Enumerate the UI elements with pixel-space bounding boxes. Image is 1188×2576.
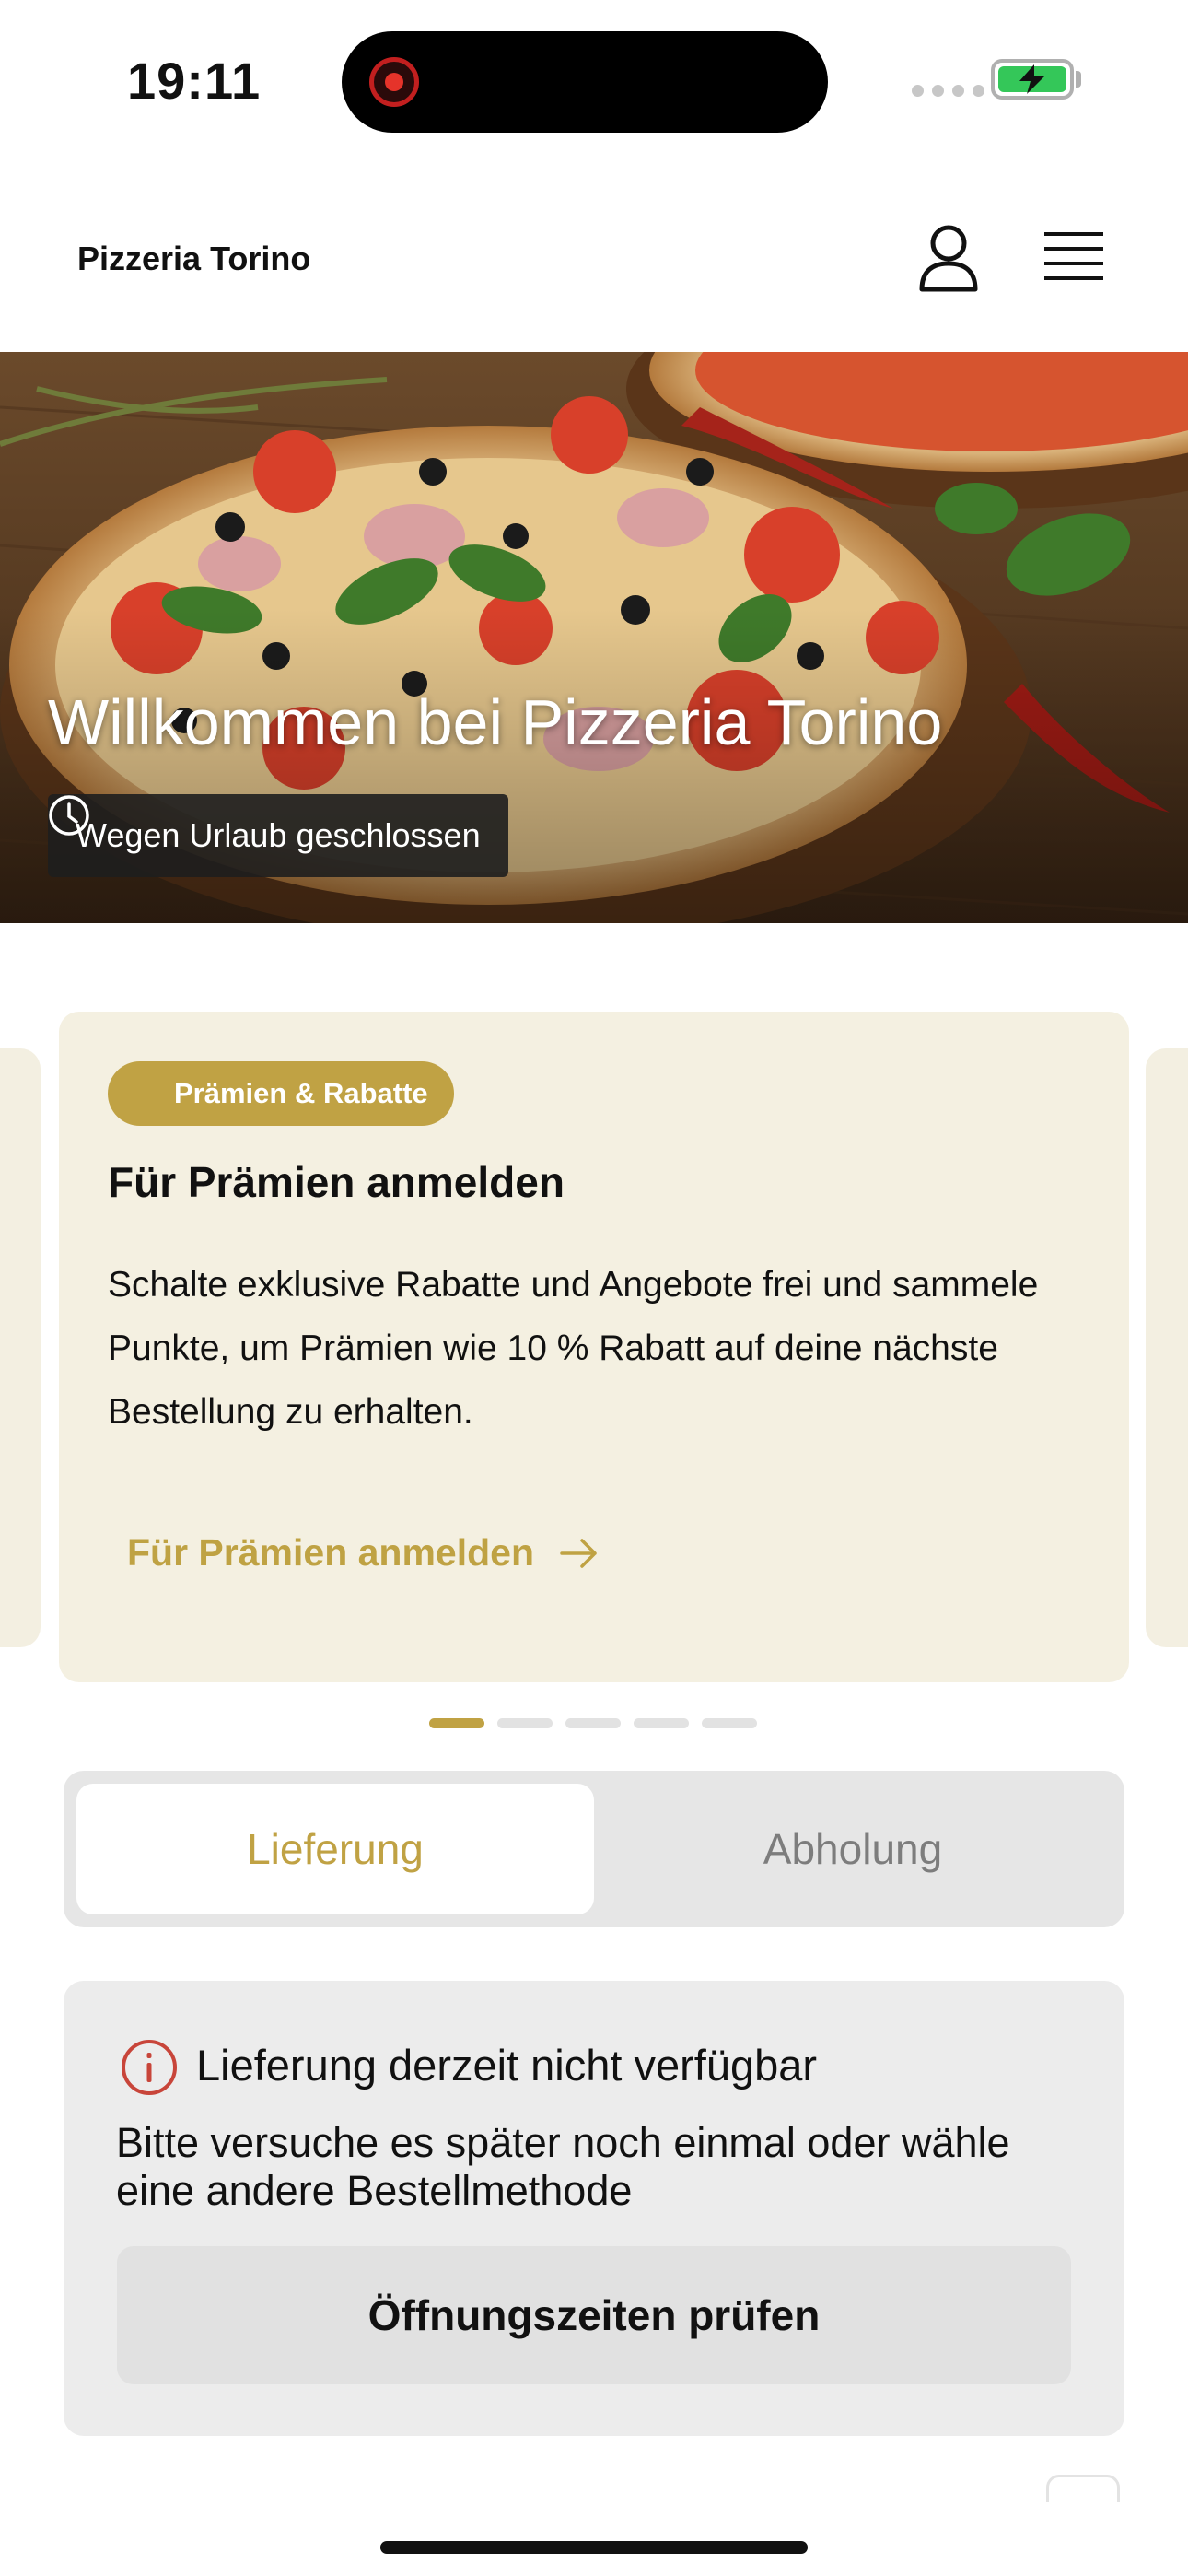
check-opening-hours-button[interactable]: Öffnungszeiten prüfen xyxy=(117,2246,1071,2384)
delivery-unavailable-notice: Lieferung derzeit nicht verfügbar Bitte … xyxy=(64,1981,1124,2436)
order-mode-toggle: Lieferung Abholung xyxy=(64,1771,1124,1927)
notice-text: Bitte versuche es später noch einmal ode… xyxy=(116,2119,1010,2214)
page-dot-5[interactable] xyxy=(702,1718,757,1728)
arrow-right-icon xyxy=(560,1538,597,1568)
delivery-tab[interactable]: Lieferung xyxy=(76,1784,594,1914)
user-icon[interactable] xyxy=(916,223,981,292)
next-slide-peek[interactable] xyxy=(1146,1048,1188,1647)
pickup-tab[interactable]: Abholung xyxy=(594,1784,1112,1914)
promo-description: Schalte exklusive Rabatte und Angebote f… xyxy=(108,1265,1039,1432)
partial-element-offscreen xyxy=(1046,2475,1120,2502)
battery-icon xyxy=(991,59,1074,100)
opening-status-badge[interactable]: Wegen Urlaub geschlossen xyxy=(48,794,508,877)
status-bar: 19:11 xyxy=(0,0,1188,157)
page-dot-2[interactable] xyxy=(497,1718,553,1728)
dynamic-island xyxy=(342,31,828,133)
app-header: Pizzeria Torino xyxy=(0,175,1188,350)
promo-signup-link[interactable]: Für Prämien anmelden xyxy=(127,1531,599,1575)
promo-card[interactable]: Prämien & Rabatte Für Prämien anmelden S… xyxy=(59,1012,1129,1682)
home-indicator[interactable] xyxy=(380,2541,808,2554)
opening-status-text: Wegen Urlaub geschlossen xyxy=(76,816,481,854)
app-screen: 19:11 Pizzeria Torino Willkommen bei Piz… xyxy=(0,0,1188,2576)
carousel-page-indicator xyxy=(429,1718,757,1728)
recording-indicator-icon xyxy=(369,57,419,107)
battery-tip xyxy=(1076,71,1081,88)
status-time: 19:11 xyxy=(127,52,262,110)
promo-carousel[interactable]: Prämien & Rabatte Für Prämien anmelden S… xyxy=(0,1012,1188,1684)
hero-title: Willkommen bei Pizzeria Torino xyxy=(48,686,943,758)
page-dot-1[interactable] xyxy=(429,1718,484,1728)
menu-icon[interactable] xyxy=(1044,230,1103,284)
clock-icon xyxy=(49,795,89,836)
info-alert-icon xyxy=(122,2040,177,2095)
previous-slide-peek[interactable] xyxy=(0,1048,41,1647)
brand-name[interactable]: Pizzeria Torino xyxy=(77,240,310,278)
charging-bolt-icon xyxy=(1019,64,1045,94)
page-dot-3[interactable] xyxy=(565,1718,621,1728)
cellular-signal-icon xyxy=(912,85,984,97)
promo-tag: Prämien & Rabatte xyxy=(108,1061,454,1126)
promo-title: Für Prämien anmelden xyxy=(108,1158,565,1206)
promo-link-label: Für Prämien anmelden xyxy=(127,1531,535,1574)
hero-banner: Willkommen bei Pizzeria Torino Wegen Url… xyxy=(0,352,1188,923)
notice-title: Lieferung derzeit nicht verfügbar xyxy=(196,2041,818,2090)
page-dot-4[interactable] xyxy=(634,1718,689,1728)
